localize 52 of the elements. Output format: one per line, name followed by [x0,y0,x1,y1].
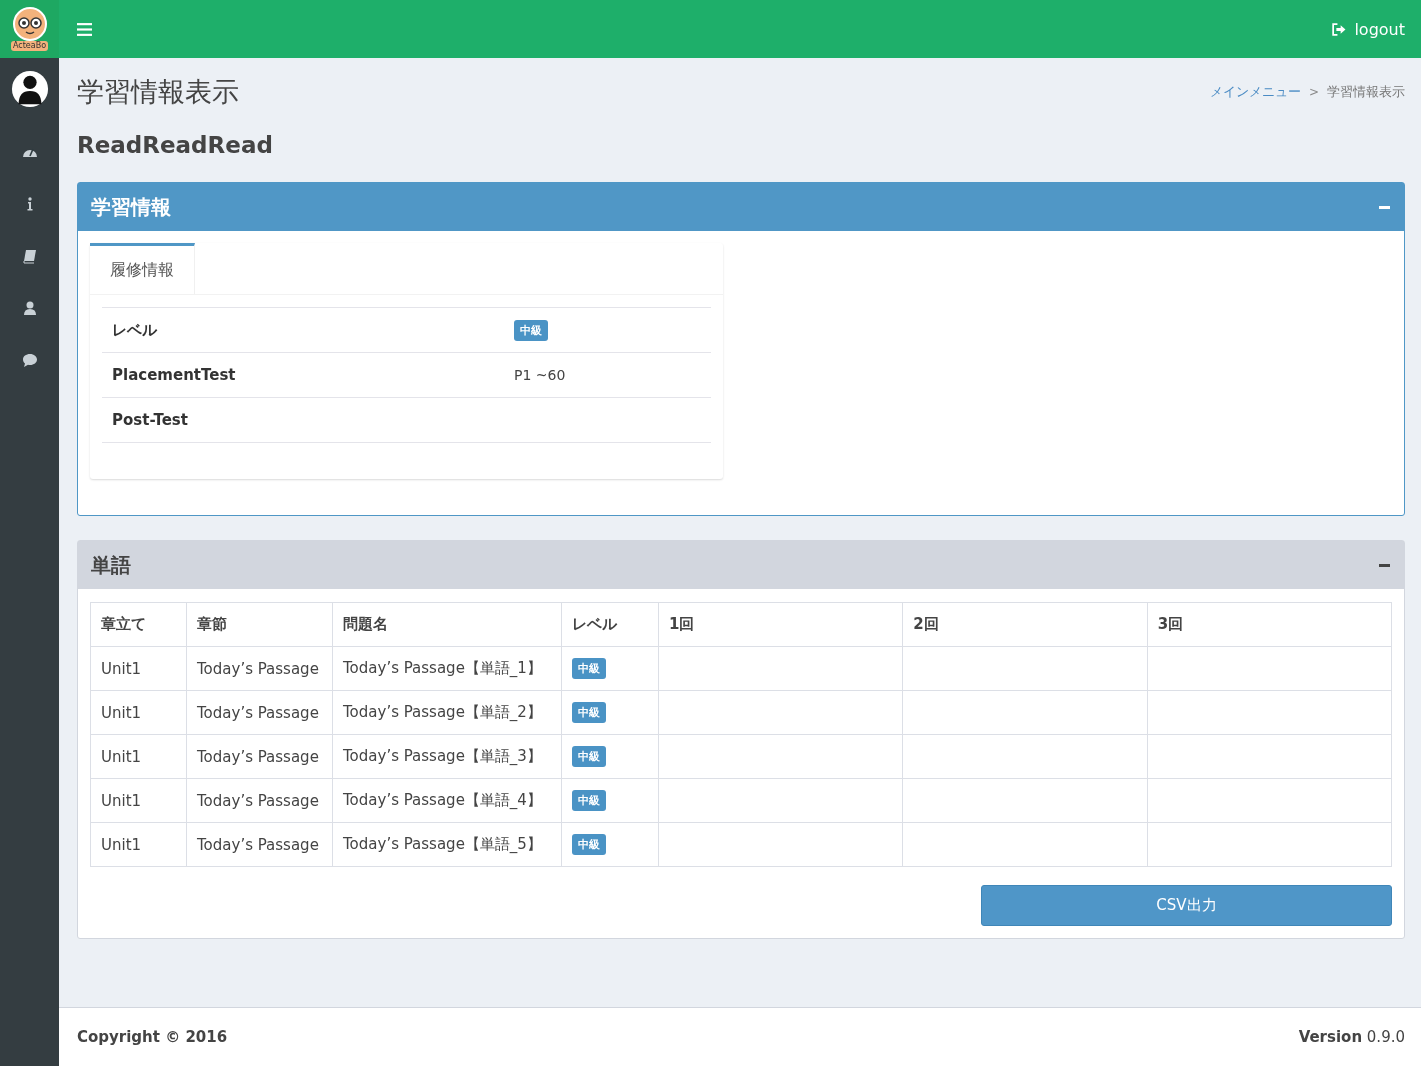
user-avatar-icon [10,70,49,108]
table-cell: Unit1 [101,659,142,678]
level-badge: 中級 [572,658,606,679]
row-label: レベル [111,320,158,340]
level-badge: 中級 [572,834,606,855]
column-header: レベル [561,602,659,647]
logo[interactable]: ActeaBo [0,0,59,58]
tab[interactable]: 履修情報 [90,243,195,294]
row-value: P1 ~60 [514,367,566,383]
column-header: 問題名 [332,602,562,647]
page-title: 学習情報表示 [77,75,239,109]
table-cell: Unit1 [101,747,142,766]
table-cell: Today’s Passage [197,791,319,810]
breadcrumb-link[interactable]: メインメニュー [1209,83,1301,101]
table-cell: Today’s Passage [197,747,319,766]
panel-title: 単語 [91,551,131,579]
menu-icon[interactable] [77,22,92,36]
table-cell: Today’s Passage【単語_3】 [343,747,542,765]
panel-title: 学習情報 [91,193,171,221]
table-cell: Today’s Passage【単語_1】 [343,659,542,677]
logo-text: ActeaBo [10,41,49,51]
sign-out-icon [1331,22,1347,36]
column-header: 章節 [186,602,333,647]
table-cell: Today’s Passage【単語_4】 [343,791,542,809]
table-cell: Today’s Passage [197,659,319,678]
level-badge: 中級 [572,746,606,767]
user-icon[interactable] [21,300,38,316]
breadcrumb-separator: > [1308,85,1319,99]
breadcrumb-current: 学習情報表示 [1327,83,1405,101]
table-cell: Today’s Passage【単語_5】 [343,835,542,853]
column-header: 2回 [902,602,1148,647]
table-cell: Unit1 [101,703,142,722]
column-header: 3回 [1147,602,1392,647]
version-text: Version 0.9.0 [1298,1028,1405,1046]
column-header: 1回 [658,602,903,647]
row-label: PlacementTest [111,366,237,384]
level-badge: 中級 [514,319,548,341]
table-cell: Unit1 [101,791,142,810]
csv-export-button[interactable]: CSV出力 [981,885,1392,926]
row-label: Post-Test [111,411,189,429]
table-cell: Unit1 [101,835,142,854]
column-header: 章立て [90,602,187,647]
section-subtitle: ReadReadRead [77,132,274,158]
table-cell: Today’s Passage [197,835,319,854]
copyright-text: Copyright © 2016 [77,1028,228,1046]
book-icon[interactable] [21,248,38,264]
table-cell: Today’s Passage【単語_2】 [343,703,542,721]
table-cell: Today’s Passage [197,703,319,722]
level-badge: 中級 [572,790,606,811]
level-badge: 中級 [572,702,606,723]
logout-button[interactable]: logout [1331,15,1405,43]
chat-icon[interactable] [21,352,38,368]
